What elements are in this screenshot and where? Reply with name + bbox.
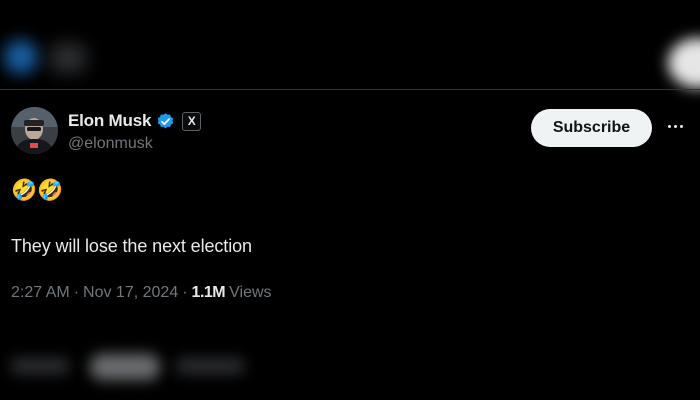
author-handle[interactable]: @elonmusk: [68, 135, 153, 153]
blurred-top-bar: [0, 0, 700, 90]
blurred-top-element: [668, 38, 700, 88]
views-label: Views: [229, 284, 272, 301]
author-name-row: Elon Musk X: [68, 110, 202, 132]
separator: ·: [182, 284, 188, 301]
blurred-bottom-element: [175, 358, 245, 374]
tweet-page: Elon Musk X @elonmusk Subscribe 🤣 🤣 They…: [0, 0, 700, 400]
blurred-bottom-element: [10, 358, 70, 374]
avatar[interactable]: [11, 107, 58, 154]
subscribe-button[interactable]: Subscribe: [531, 109, 652, 147]
blurred-bottom-bar: [0, 330, 700, 400]
verified-badge-icon: [156, 112, 175, 131]
blurred-top-element: [50, 44, 86, 72]
x-affiliation-badge-icon[interactable]: X: [182, 111, 202, 131]
tweet-text: They will lose the next election: [11, 236, 252, 256]
blurred-top-element: [4, 40, 38, 74]
separator: ·: [73, 284, 80, 301]
divider: [0, 89, 700, 90]
tweet-time[interactable]: 2:27 AM: [11, 284, 70, 302]
more-options-icon[interactable]: [662, 113, 688, 139]
tweet-meta: 2:27 AM · Nov 17, 2024 · 1.1M Views: [11, 283, 272, 303]
views-count[interactable]: 1.1M: [192, 284, 226, 302]
tweet-date[interactable]: Nov 17, 2024: [83, 284, 178, 302]
rolling-laughing-emoji-icon: 🤣: [11, 179, 38, 202]
display-name[interactable]: Elon Musk: [68, 111, 151, 131]
rolling-laughing-emoji-icon: 🤣: [37, 179, 64, 202]
blurred-bottom-element: [90, 354, 160, 380]
tweet-emojis: 🤣 🤣: [11, 179, 64, 204]
